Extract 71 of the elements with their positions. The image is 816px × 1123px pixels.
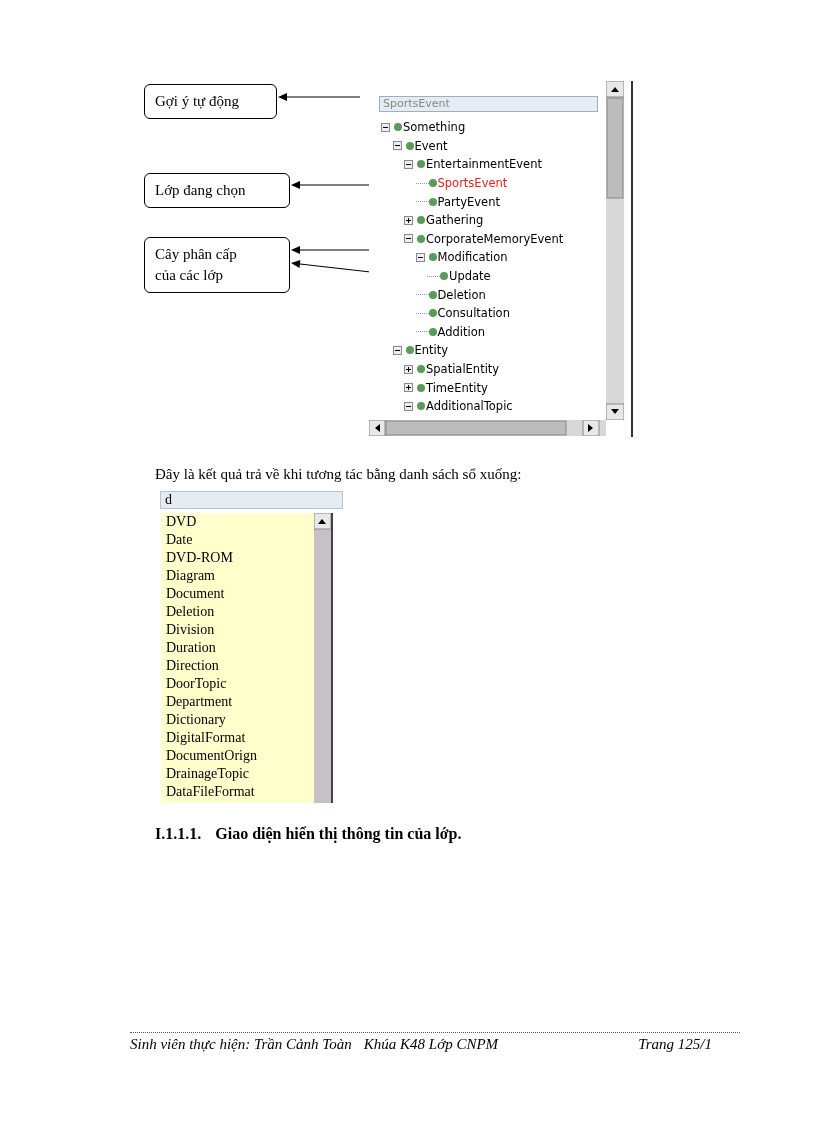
class-dot-icon xyxy=(417,383,425,392)
page-number: Trang 125/1 xyxy=(638,1036,712,1053)
list-item[interactable]: Diagram xyxy=(166,567,314,585)
list-item[interactable]: DigitalFormat xyxy=(166,729,314,747)
plus-box-icon[interactable] xyxy=(404,383,413,393)
list-item[interactable]: DataFileFormat xyxy=(166,783,314,801)
tree-item[interactable]: Something xyxy=(403,120,466,135)
vertical-scrollbar[interactable] xyxy=(606,81,624,420)
plus-box-icon[interactable] xyxy=(404,364,413,374)
class-dot-icon xyxy=(440,272,448,281)
minus-box-icon[interactable] xyxy=(404,401,413,411)
tree-item[interactable]: TimeEntity xyxy=(426,380,488,395)
input-field[interactable]: d xyxy=(160,491,343,509)
tree-item[interactable]: EntertainmentEvent xyxy=(426,157,542,172)
heading-number: I.1.1.1. xyxy=(155,825,202,843)
class-dot-icon xyxy=(417,160,425,169)
tree-item[interactable]: Consultation xyxy=(437,306,510,321)
tree-item[interactable]: Event xyxy=(414,138,448,153)
tree-item[interactable]: SportsEvent xyxy=(437,176,508,191)
vertical-scrollbar[interactable] xyxy=(314,513,333,803)
callout: Lớp đang chọn xyxy=(144,173,290,208)
footer-author: Sinh viên thực hiện: Trần Cảnh Toàn xyxy=(130,1036,352,1053)
class-dot-icon xyxy=(405,141,414,150)
minus-box-icon[interactable] xyxy=(381,122,390,132)
class-dot-icon xyxy=(405,346,414,355)
class-dot-icon xyxy=(428,253,437,262)
list-item[interactable]: Document xyxy=(166,585,314,603)
horizontal-scrollbar[interactable] xyxy=(369,420,606,436)
list-item[interactable]: DVD-ROM xyxy=(166,549,314,567)
class-dot-icon xyxy=(417,365,425,373)
tree-item[interactable]: Gathering xyxy=(426,213,484,228)
list-item[interactable]: Dictionary xyxy=(166,711,314,729)
tree-item[interactable]: Deletion xyxy=(437,287,486,302)
minus-box-icon[interactable] xyxy=(415,252,425,262)
list-item[interactable]: DrainageTopic xyxy=(166,765,314,783)
tree-item[interactable]: Addition xyxy=(437,324,485,339)
class-dot-icon xyxy=(428,290,437,299)
class-dot-icon xyxy=(428,309,437,318)
class-dot-icon xyxy=(417,402,425,411)
minus-box-icon[interactable] xyxy=(404,160,413,169)
class-dot-icon xyxy=(428,179,437,188)
tree-item[interactable]: PartyEvent xyxy=(437,194,500,209)
callout: Gợi ý tự động xyxy=(144,84,277,119)
class-dot-icon xyxy=(417,216,425,225)
list-item[interactable]: DoorTopic xyxy=(166,675,314,693)
tree-item[interactable]: Entity xyxy=(414,343,449,358)
list-item[interactable]: DVD xyxy=(166,513,314,531)
minus-box-icon[interactable] xyxy=(392,345,402,355)
minus-box-icon[interactable] xyxy=(404,234,413,244)
list-item[interactable]: DocumentOrign xyxy=(166,747,314,765)
tree-item[interactable]: SpatialEntity xyxy=(426,362,500,376)
list-item[interactable]: Duration xyxy=(166,639,314,657)
class-dot-icon xyxy=(394,123,402,132)
tree-item[interactable]: Modification xyxy=(437,250,508,265)
minus-box-icon[interactable] xyxy=(392,141,402,151)
class-dot-icon xyxy=(428,327,437,336)
tree-item[interactable]: AdditionalTopic xyxy=(426,399,513,414)
paragraph: Đây là kết quả trả về khi tương tác bằng danh sách sổ xuống: xyxy=(155,466,523,483)
plus-box-icon[interactable] xyxy=(404,215,413,225)
list-item[interactable]: Division xyxy=(166,621,314,639)
list-item[interactable]: Deletion xyxy=(166,603,314,621)
footer-class: Khúa K48 Lớp CNPM xyxy=(363,1036,499,1053)
callout: Cây phân cấp của các lớp xyxy=(144,237,290,293)
list-item[interactable]: Direction xyxy=(166,657,314,675)
class-dot-icon xyxy=(428,197,437,206)
list-item[interactable]: Date xyxy=(166,531,314,549)
class-dot-icon xyxy=(417,234,425,243)
list-item[interactable]: Department xyxy=(166,693,314,711)
heading-title: Giao diện hiển thị thông tin của lớp. xyxy=(215,825,462,843)
tree-item[interactable]: CorporateMemoryEvent xyxy=(426,231,564,246)
tree-item[interactable]: Update xyxy=(449,269,491,284)
